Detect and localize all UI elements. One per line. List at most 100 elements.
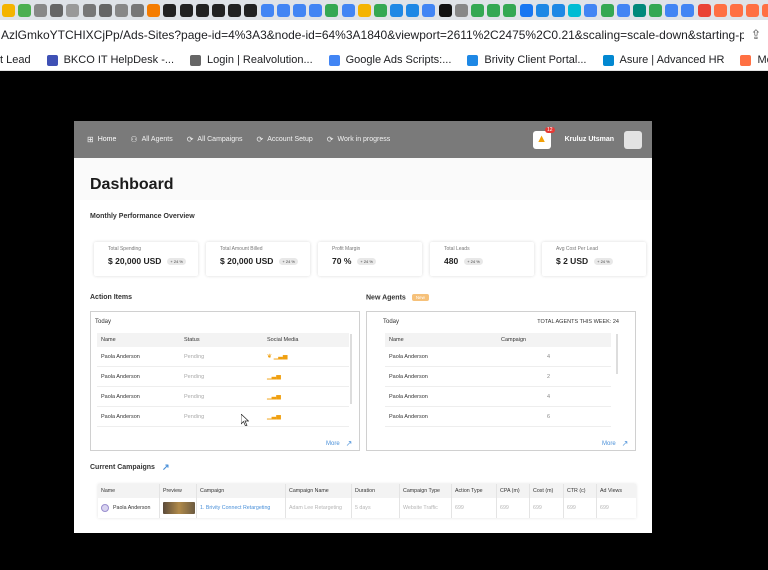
top-navigation: ⊞ Home ⚇ All Agents ⟳ All Campaigns ⟳ Account S…	[74, 121, 652, 158]
column-header[interactable]: Campaign Name	[286, 484, 352, 498]
nav-item-work-in-progress[interactable]: ⟳ Work in progress	[327, 135, 390, 144]
browser-tab[interactable]	[179, 3, 193, 17]
user-avatar[interactable]	[624, 130, 642, 149]
column-header[interactable]: Action Type	[452, 484, 497, 498]
campaign-preview[interactable]	[160, 498, 197, 518]
table-row[interactable]: Paola Anderson Pending ▁▃▅	[97, 387, 349, 407]
browser-tab[interactable]	[551, 3, 565, 17]
browser-tab[interactable]	[390, 3, 404, 17]
browser-tab[interactable]	[665, 3, 679, 17]
browser-tab[interactable]	[66, 3, 80, 17]
browser-tab[interactable]	[147, 3, 161, 17]
table-row[interactable]: Paola Anderson 2	[385, 367, 611, 387]
bookmark-label: Asure | Advanced HR	[619, 54, 725, 66]
external-link-icon[interactable]: ↗	[162, 462, 170, 473]
table-row[interactable]: Paola Anderson 6	[385, 407, 611, 427]
browser-tab[interactable]	[228, 3, 242, 17]
browser-tab[interactable]	[163, 3, 177, 17]
browser-tab[interactable]	[568, 3, 582, 17]
table-row[interactable]: Paola Anderson 4	[385, 347, 611, 367]
browser-tab[interactable]	[632, 3, 646, 17]
column-header[interactable]: Duration	[352, 484, 400, 498]
notifications-button[interactable]: ▲ 12	[532, 126, 555, 149]
col-status: Status	[184, 337, 200, 343]
new-agents-more-link[interactable]: More ↗	[602, 439, 628, 448]
browser-tab[interactable]	[114, 3, 128, 17]
browser-tab[interactable]	[681, 3, 695, 17]
browser-tab[interactable]	[649, 3, 663, 17]
url-text[interactable]: AzlGmkoYTCHIXCjPp/Ads-Sites?page-id=4%3A…	[0, 28, 744, 42]
browser-tab[interactable]	[471, 3, 485, 17]
browser-tab[interactable]	[244, 3, 258, 17]
browser-tab[interactable]	[746, 3, 760, 17]
preview-thumbnail[interactable]	[163, 502, 195, 514]
browser-tab[interactable]	[600, 3, 614, 17]
nav-item-home[interactable]: ⊞ Home	[87, 135, 116, 144]
bookmark-item[interactable]: Login | Realvolution...	[190, 54, 313, 66]
table-row[interactable]: Paola Anderson Pending ❦ ▁▃▅	[97, 347, 349, 367]
bookmark-item[interactable]: t Lead	[0, 54, 31, 66]
table-row[interactable]: Paola Anderson 1. Brivity Connect Retarg…	[98, 498, 636, 518]
table-row[interactable]: Paola Anderson 4	[385, 387, 611, 407]
column-header[interactable]: Name	[98, 484, 160, 498]
browser-tab[interactable]	[422, 3, 436, 17]
browser-tab[interactable]	[131, 3, 145, 17]
nav-item-all-agents[interactable]: ⚇ All Agents	[130, 135, 172, 144]
campaign-link[interactable]: 1. Brivity Connect Retargeting	[200, 505, 270, 511]
column-header[interactable]: CPA (m)	[497, 484, 530, 498]
browser-tab[interactable]	[503, 3, 517, 17]
browser-tab[interactable]	[195, 3, 209, 17]
column-header[interactable]: Preview	[160, 484, 197, 498]
browser-tab[interactable]	[341, 3, 355, 17]
browser-tab[interactable]	[454, 3, 468, 17]
bookmark-item[interactable]: Brivity Client Portal...	[467, 54, 587, 66]
browser-tab[interactable]	[373, 3, 387, 17]
browser-tab[interactable]	[762, 3, 768, 17]
bookmark-item[interactable]: Meet with Amy Ger...	[740, 54, 768, 66]
browser-tab[interactable]	[50, 3, 64, 17]
nav-item-account-setup[interactable]: ⟳ Account Setup	[257, 135, 313, 144]
browser-tab[interactable]	[535, 3, 549, 17]
browser-tab[interactable]	[519, 3, 533, 17]
browser-tab[interactable]	[276, 3, 290, 17]
browser-tab[interactable]	[730, 3, 744, 17]
bookmark-label: t Lead	[0, 54, 31, 66]
bookmark-item[interactable]: Google Ads Scripts:...	[328, 54, 451, 66]
browser-tab[interactable]	[713, 3, 727, 17]
row-campaign-count: 4	[547, 353, 551, 360]
browser-tab[interactable]	[325, 3, 339, 17]
share-icon[interactable]: ⇪	[744, 27, 768, 43]
browser-tab[interactable]	[487, 3, 501, 17]
new-agents-scrollbar[interactable]	[616, 334, 618, 374]
column-header[interactable]: Cost (m)	[530, 484, 564, 498]
nav-icon: ⟳	[326, 135, 334, 144]
browser-address-bar[interactable]: AzlGmkoYTCHIXCjPp/Ads-Sites?page-id=4%3A…	[0, 20, 768, 50]
browser-tab[interactable]	[309, 3, 323, 17]
column-header[interactable]: CTR (c)	[564, 484, 597, 498]
table-row[interactable]: Paola Anderson Pending ▁▃▅	[97, 407, 349, 427]
action-items-more-link[interactable]: More ↗	[326, 439, 352, 448]
browser-tab[interactable]	[292, 3, 306, 17]
table-row[interactable]: Paola Anderson Pending ▁▃▅	[97, 367, 349, 387]
browser-tab[interactable]	[438, 3, 452, 17]
browser-tab[interactable]	[82, 3, 96, 17]
browser-tab[interactable]	[697, 3, 711, 17]
browser-tab[interactable]	[357, 3, 371, 17]
column-header[interactable]: Campaign	[197, 484, 286, 498]
browser-tab[interactable]	[406, 3, 420, 17]
browser-tab[interactable]	[98, 3, 112, 17]
nav-label: Home	[97, 136, 117, 143]
browser-tab[interactable]	[1, 3, 15, 17]
bookmark-item[interactable]: BKCO IT HelpDesk -...	[46, 54, 174, 66]
browser-tab[interactable]	[584, 3, 598, 17]
browser-tab[interactable]	[17, 3, 31, 17]
browser-tab[interactable]	[212, 3, 226, 17]
browser-tab[interactable]	[260, 3, 274, 17]
column-header[interactable]: Campaign Type	[400, 484, 452, 498]
bookmark-item[interactable]: Asure | Advanced HR	[602, 54, 725, 66]
browser-tab[interactable]	[33, 3, 47, 17]
column-header[interactable]: Ad Views	[597, 484, 636, 498]
action-items-scrollbar[interactable]	[350, 334, 352, 404]
nav-item-all-campaigns[interactable]: ⟳ All Campaigns	[187, 135, 243, 144]
browser-tab[interactable]	[616, 3, 630, 17]
